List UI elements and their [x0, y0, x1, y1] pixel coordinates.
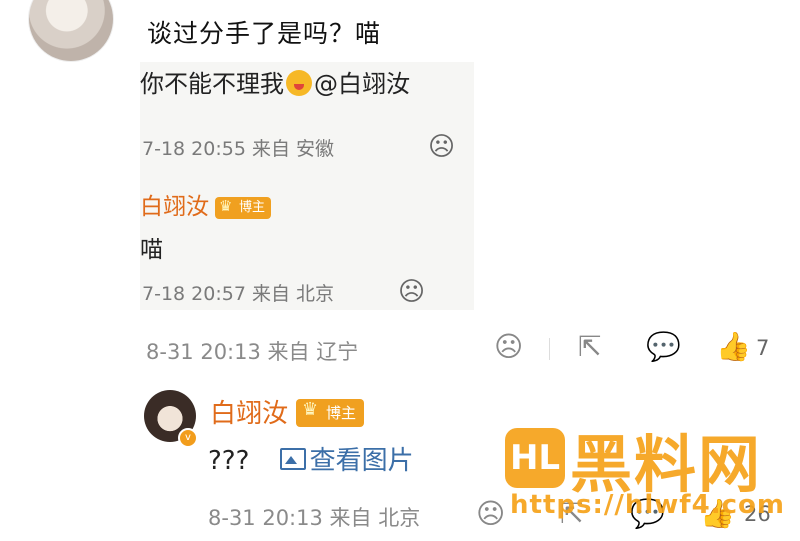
image-icon: [279, 448, 306, 470]
watermark-url: https://hlwf4.com: [510, 490, 785, 520]
watermark-logo: HL: [505, 428, 565, 488]
commenter-avatar[interactable]: [28, 0, 114, 62]
blogger-badge: 博主: [215, 196, 272, 219]
reply-author[interactable]: 白翊汝博主: [210, 393, 365, 430]
comment-time-location: 8-31 20:13 来自 辽宁: [146, 340, 359, 364]
quoted-meta-1: 7-18 20:55 来自 安徽 ☹: [142, 132, 456, 162]
sad-face-icon: ☹: [428, 132, 456, 162]
quoted-meta-2: 7-18 20:57 来自 北京 ☹: [142, 277, 426, 307]
comment-text: 谈过分手了是吗？喵: [147, 19, 382, 48]
view-image-link[interactable]: 查看图片: [279, 446, 414, 476]
reply-text: ??? 查看图片: [208, 446, 414, 476]
quoted-author: 白翊汝博主: [140, 187, 272, 221]
divider: [549, 338, 550, 360]
quoted-screenshot[interactable]: 你不能不理我 @白翊汝 7-18 20:55 来自 安徽 ☹ 白翊汝博主 喵 7-…: [140, 62, 474, 310]
blogger-badge: 博主: [296, 398, 365, 427]
dislike-icon[interactable]: ☹: [494, 330, 523, 363]
quoted-reply: 喵: [140, 237, 163, 263]
share-icon[interactable]: ⇱: [578, 330, 601, 363]
thumbs-up-icon[interactable]: 👍: [716, 330, 751, 363]
comment-icon[interactable]: 💬: [646, 330, 681, 363]
sad-face-icon: ☹: [398, 277, 426, 307]
dislike-icon[interactable]: ☹: [476, 497, 505, 530]
quoted-mention: @白翊汝: [314, 70, 410, 98]
quoted-text: 你不能不理我: [140, 70, 284, 98]
verified-badge-icon: v: [178, 428, 198, 448]
quoted-line-1: 你不能不理我 @白翊汝: [140, 64, 410, 99]
like-count: 7: [756, 336, 770, 360]
reply-time-location: 8-31 20:13 来自 北京: [208, 506, 421, 530]
emoji-icon: [286, 70, 312, 96]
